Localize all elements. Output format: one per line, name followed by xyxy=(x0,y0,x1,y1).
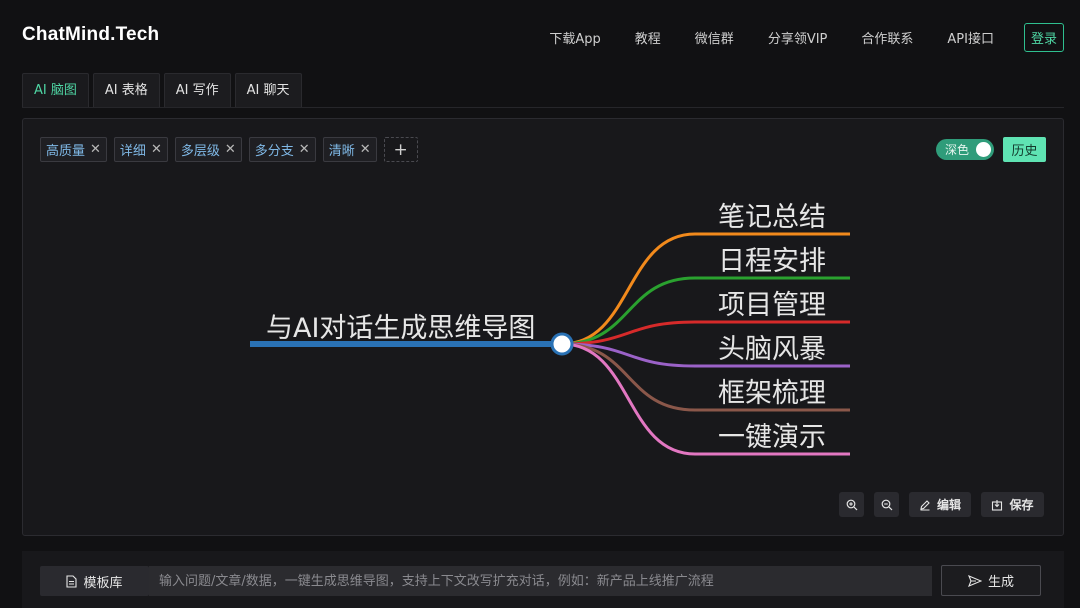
send-icon xyxy=(967,574,982,587)
close-icon[interactable]: ✕ xyxy=(225,142,236,157)
tag-label: 多分支 xyxy=(254,144,294,159)
nav-download-app[interactable]: 下载App xyxy=(549,28,600,47)
top-header: ChatMind.Tech 下载App 教程 微信群 分享领VIP 合作联系 A… xyxy=(0,0,1080,70)
nav-contact[interactable]: 合作联系 xyxy=(861,28,913,47)
document-icon xyxy=(66,574,78,588)
tag-label: 详细 xyxy=(119,144,146,159)
tag-chip[interactable]: 详细 ✕ xyxy=(113,137,168,162)
tab-divider xyxy=(22,107,1064,108)
mindmap-branch-node[interactable]: 头脑风暴 xyxy=(718,334,826,365)
zoom-out-icon xyxy=(881,499,892,510)
edit-label: 编辑 xyxy=(936,498,961,512)
prompt-input[interactable] xyxy=(149,566,932,596)
zoom-out-button[interactable] xyxy=(874,492,899,517)
tag-label: 高质量 xyxy=(46,144,86,159)
brand-logo[interactable]: ChatMind.Tech xyxy=(22,24,159,46)
mindmap-branch-node[interactable]: 日程安排 xyxy=(718,246,826,277)
tag-label: 清晰 xyxy=(328,144,355,159)
pencil-icon xyxy=(920,499,930,510)
dark-mode-toggle[interactable]: 深色 xyxy=(936,139,994,160)
close-icon[interactable]: ✕ xyxy=(151,142,162,157)
mindmap-branch-node[interactable]: 框架梳理 xyxy=(718,378,826,409)
mindmap-canvas: 笔记总结日程安排项目管理头脑风暴框架梳理一键演示 与AI对话生成思维导图 xyxy=(250,202,850,456)
mindmap-branch-node[interactable]: 笔记总结 xyxy=(718,202,826,233)
generate-button[interactable]: 生成 xyxy=(941,565,1041,596)
nav-wechat-group[interactable]: 微信群 xyxy=(695,28,734,47)
template-library-button[interactable]: 模板库 xyxy=(40,566,149,596)
plus-icon: + xyxy=(393,139,408,160)
nav-share-vip[interactable]: 分享领VIP xyxy=(768,28,828,47)
top-nav: 下载App 教程 微信群 分享领VIP 合作联系 API接口 登录 xyxy=(515,23,1064,52)
zoom-in-button[interactable] xyxy=(839,492,864,517)
close-icon[interactable]: ✕ xyxy=(299,142,310,157)
tag-list: 高质量 ✕ 详细 ✕ 多层级 ✕ 多分支 ✕ 清晰 ✕ + xyxy=(40,137,418,162)
mindmap-root-circle[interactable] xyxy=(550,332,574,356)
generate-label: 生成 xyxy=(987,575,1014,590)
edit-button[interactable]: 编辑 xyxy=(909,492,971,517)
template-library-label: 模板库 xyxy=(83,575,123,591)
add-tag-button[interactable]: + xyxy=(383,137,418,162)
nav-api[interactable]: API接口 xyxy=(947,28,994,47)
save-button[interactable]: 保存 xyxy=(981,492,1044,517)
tag-chip[interactable]: 多分支 ✕ xyxy=(248,137,316,162)
login-button[interactable]: 登录 xyxy=(1023,23,1064,52)
tab-ai-chat[interactable]: AI 聊天 xyxy=(234,73,302,107)
tag-label: 多层级 xyxy=(180,144,220,159)
tag-chip[interactable]: 高质量 ✕ xyxy=(40,137,107,162)
download-icon xyxy=(992,499,1003,511)
mode-tabs: AI 脑图 AI 表格 AI 写作 AI 聊天 xyxy=(22,73,306,107)
save-label: 保存 xyxy=(1009,498,1034,512)
mindmap-branch-node[interactable]: 一键演示 xyxy=(718,422,826,453)
mindmap-root-node[interactable]: 与AI对话生成思维导图 xyxy=(266,313,535,344)
prompt-bar: 模板库 生成 xyxy=(22,551,1064,608)
toggle-knob xyxy=(976,142,991,157)
mindmap-panel: 高质量 ✕ 详细 ✕ 多层级 ✕ 多分支 ✕ 清晰 ✕ + 深色 历史 笔记总结日程安排项… xyxy=(22,118,1064,536)
zoom-in-icon xyxy=(846,499,857,510)
close-icon[interactable]: ✕ xyxy=(360,142,371,157)
tab-ai-mindmap[interactable]: AI 脑图 xyxy=(22,73,89,107)
toggle-label: 深色 xyxy=(945,143,970,157)
tag-chip[interactable]: 清晰 ✕ xyxy=(322,137,377,162)
tag-chip[interactable]: 多层级 ✕ xyxy=(174,137,242,162)
tab-ai-writing[interactable]: AI 写作 xyxy=(163,73,231,107)
tab-ai-table[interactable]: AI 表格 xyxy=(92,73,160,107)
mindmap-branch-node[interactable]: 项目管理 xyxy=(718,290,826,321)
nav-tutorial[interactable]: 教程 xyxy=(635,28,661,47)
close-icon[interactable]: ✕ xyxy=(90,142,101,157)
history-button[interactable]: 历史 xyxy=(1003,137,1046,162)
